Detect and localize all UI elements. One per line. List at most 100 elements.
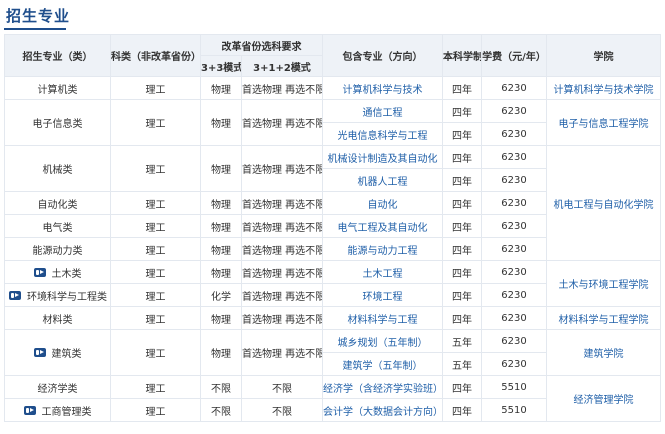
category-label: 建筑类 (51, 349, 82, 360)
included-major-link[interactable]: 通信工程 (322, 99, 443, 123)
header-duration: 本科学制 (442, 34, 482, 77)
duration-cell: 四年 (442, 214, 482, 238)
tuition-cell: 5510 (481, 375, 547, 399)
video-icon[interactable] (9, 290, 21, 300)
table-row: 材料类 理工 物理 首选物理 再选不限 材料科学与工程 四年 6230 材料科学… (4, 306, 661, 330)
table-row: 经济学类 理工 不限 不限 经济学（含经济学实验班） 四年 5510 经济管理学… (4, 375, 661, 422)
major-category-cell: 环境科学与工程类 (4, 283, 111, 307)
major-category-cell: 建筑类 (4, 329, 111, 376)
duration-cell: 四年 (442, 375, 482, 399)
included-major-link[interactable]: 电气工程及其自动化 (322, 214, 443, 238)
mode-33-cell: 不限 (200, 398, 242, 422)
included-major-link[interactable]: 机械设计制造及其自动化 (322, 145, 443, 169)
duration-cell: 四年 (442, 398, 482, 422)
mode-33-cell: 化学 (200, 283, 242, 307)
college-link[interactable]: 土木与环境工程学院 (546, 260, 661, 307)
mode-33-cell: 物理 (200, 214, 242, 238)
header-mode-33: 3+3模式 (200, 55, 242, 77)
duration-cell: 四年 (442, 76, 482, 100)
included-major-link[interactable]: 会计学（大数据会计方向） (322, 398, 443, 422)
college-link[interactable]: 建筑学院 (546, 329, 661, 376)
video-icon[interactable] (23, 405, 36, 415)
duration-cell: 四年 (442, 122, 482, 146)
mode-312-cell: 不限 (241, 375, 323, 399)
mode-312-cell: 首选物理 再选不限 (241, 76, 323, 100)
tuition-cell: 6230 (481, 260, 547, 284)
mode-33-cell: 物理 (200, 260, 242, 284)
tuition-cell: 6230 (481, 306, 547, 330)
video-icon[interactable] (33, 267, 46, 277)
duration-cell: 四年 (442, 168, 482, 192)
category-label: 经济学类 (37, 383, 78, 395)
major-category-cell: 机械类 (4, 145, 111, 192)
subject-cell: 理工 (110, 99, 201, 146)
college-link[interactable]: 经济管理学院 (546, 375, 661, 422)
major-category-cell: 自动化类 (4, 191, 111, 215)
mode-33-cell: 物理 (200, 237, 242, 261)
tuition-cell: 6230 (481, 191, 547, 215)
tuition-cell: 6230 (481, 329, 547, 353)
included-major-link[interactable]: 计算机科学与技术 (322, 76, 443, 100)
subject-cell: 理工 (110, 283, 201, 307)
mode-312-cell: 首选物理 再选不限 (241, 260, 323, 284)
major-category-cell: 工商管理类 (4, 398, 111, 422)
major-category-cell: 经济学类 (4, 375, 111, 399)
major-category-cell: 能源动力类 (4, 237, 111, 261)
mode-33-cell: 物理 (200, 145, 242, 192)
included-major-link[interactable]: 经济学（含经济学实验班） (322, 375, 443, 399)
duration-cell: 四年 (442, 306, 482, 330)
subject-cell: 理工 (110, 375, 201, 399)
subject-cell: 理工 (110, 398, 201, 422)
subject-cell: 理工 (110, 76, 201, 100)
category-label: 电子信息类 (32, 119, 83, 130)
tuition-cell: 6230 (481, 237, 547, 261)
included-major-link[interactable]: 自动化 (322, 191, 443, 215)
duration-cell: 四年 (442, 283, 482, 307)
video-icon[interactable] (33, 348, 46, 357)
included-major-link[interactable]: 土木工程 (322, 260, 443, 284)
mode-312-cell: 不限 (241, 398, 323, 422)
duration-cell: 五年 (442, 352, 482, 376)
subject-cell: 理工 (110, 329, 201, 376)
category-label: 机械类 (42, 165, 73, 176)
included-major-link[interactable]: 环境工程 (322, 283, 443, 307)
mode-312-cell: 首选物理 再选不限 (241, 99, 323, 146)
tuition-cell: 6230 (481, 214, 547, 238)
category-label: 土木类 (51, 268, 82, 280)
tuition-cell: 6230 (481, 352, 547, 376)
category-label: 自动化类 (37, 199, 78, 211)
major-category-cell: 计算机类 (4, 76, 111, 100)
college-link[interactable]: 电子与信息工程学院 (546, 99, 661, 146)
mode-312-cell: 首选物理 再选不限 (241, 145, 323, 192)
included-major-link[interactable]: 能源与动力工程 (322, 237, 443, 261)
duration-cell: 四年 (442, 145, 482, 169)
table-row: 建筑类 理工 物理 首选物理 再选不限 城乡规划（五年制） 五年 6230 建筑… (4, 329, 661, 376)
table-row: 土木类 理工 物理 首选物理 再选不限 土木工程 四年 6230 土木与环境工程… (4, 260, 661, 307)
mode-312-cell: 首选物理 再选不限 (241, 237, 323, 261)
subject-cell: 理工 (110, 306, 201, 330)
tuition-cell: 6230 (481, 122, 547, 146)
subject-cell: 理工 (110, 260, 201, 284)
mode-33-cell: 物理 (200, 76, 242, 100)
college-link[interactable]: 材料科学与工程学院 (546, 306, 661, 330)
page-title: 招生专业 (6, 7, 71, 25)
included-major-link[interactable]: 建筑学（五年制） (322, 352, 443, 376)
college-link[interactable]: 计算机科学与技术学院 (546, 76, 661, 100)
college-link[interactable]: 机电工程与自动化学院 (546, 145, 661, 261)
duration-cell: 四年 (442, 191, 482, 215)
title-underline (4, 28, 66, 30)
mode-312-cell: 首选物理 再选不限 (241, 283, 323, 307)
included-major-link[interactable]: 材料科学与工程 (322, 306, 443, 330)
included-major-link[interactable]: 机器人工程 (322, 168, 443, 192)
included-major-link[interactable]: 城乡规划（五年制） (322, 329, 443, 353)
subject-cell: 理工 (110, 191, 201, 215)
table-row: 计算机类 理工 物理 首选物理 再选不限 计算机科学与技术 四年 6230 计算… (4, 76, 661, 100)
category-label: 环境科学与工程类 (27, 291, 107, 303)
tuition-cell: 6230 (481, 99, 547, 123)
mode-33-cell: 物理 (200, 191, 242, 215)
subject-cell: 理工 (110, 237, 201, 261)
mode-33-cell: 物理 (200, 99, 242, 146)
major-category-cell: 电气类 (4, 214, 111, 238)
included-major-link[interactable]: 光电信息科学与工程 (322, 122, 443, 146)
mode-33-cell: 不限 (200, 375, 242, 399)
